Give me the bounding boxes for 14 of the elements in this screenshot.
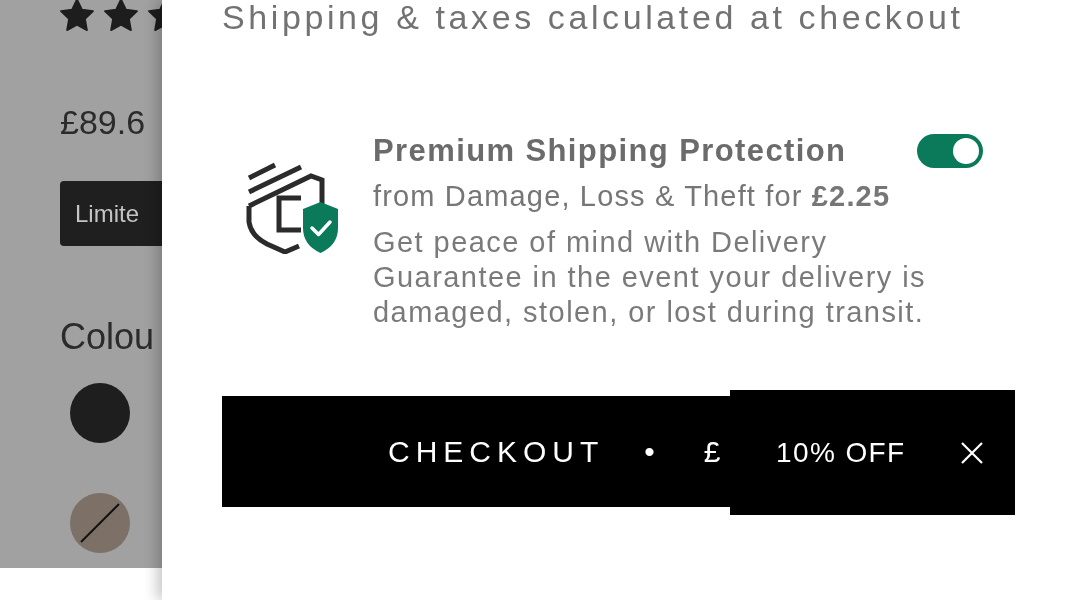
protection-description: Get peace of mind with Delivery Guarantee in the event your delivery is damaged, stolen, or lost during transit.: [373, 225, 928, 330]
colour-swatch-icon[interactable]: [70, 383, 130, 443]
colour-label: Colou: [60, 315, 156, 359]
price-text: £89.6: [60, 102, 147, 142]
close-button[interactable]: [960, 440, 984, 465]
protection-title: Premium Shipping Protection: [373, 133, 847, 169]
close-icon: [960, 440, 984, 465]
shipping-note: Shipping & taxes calculated at checkout: [222, 0, 965, 34]
colour-swatch-icon[interactable]: [70, 493, 130, 553]
limited-badge: Limite: [60, 181, 162, 246]
protection-subtitle: from Damage, Loss & Theft for £2.25: [373, 179, 892, 214]
shield-check-icon: [245, 162, 340, 254]
discount-button[interactable]: 10% OFF: [770, 427, 912, 478]
protection-toggle[interactable]: [917, 134, 983, 168]
